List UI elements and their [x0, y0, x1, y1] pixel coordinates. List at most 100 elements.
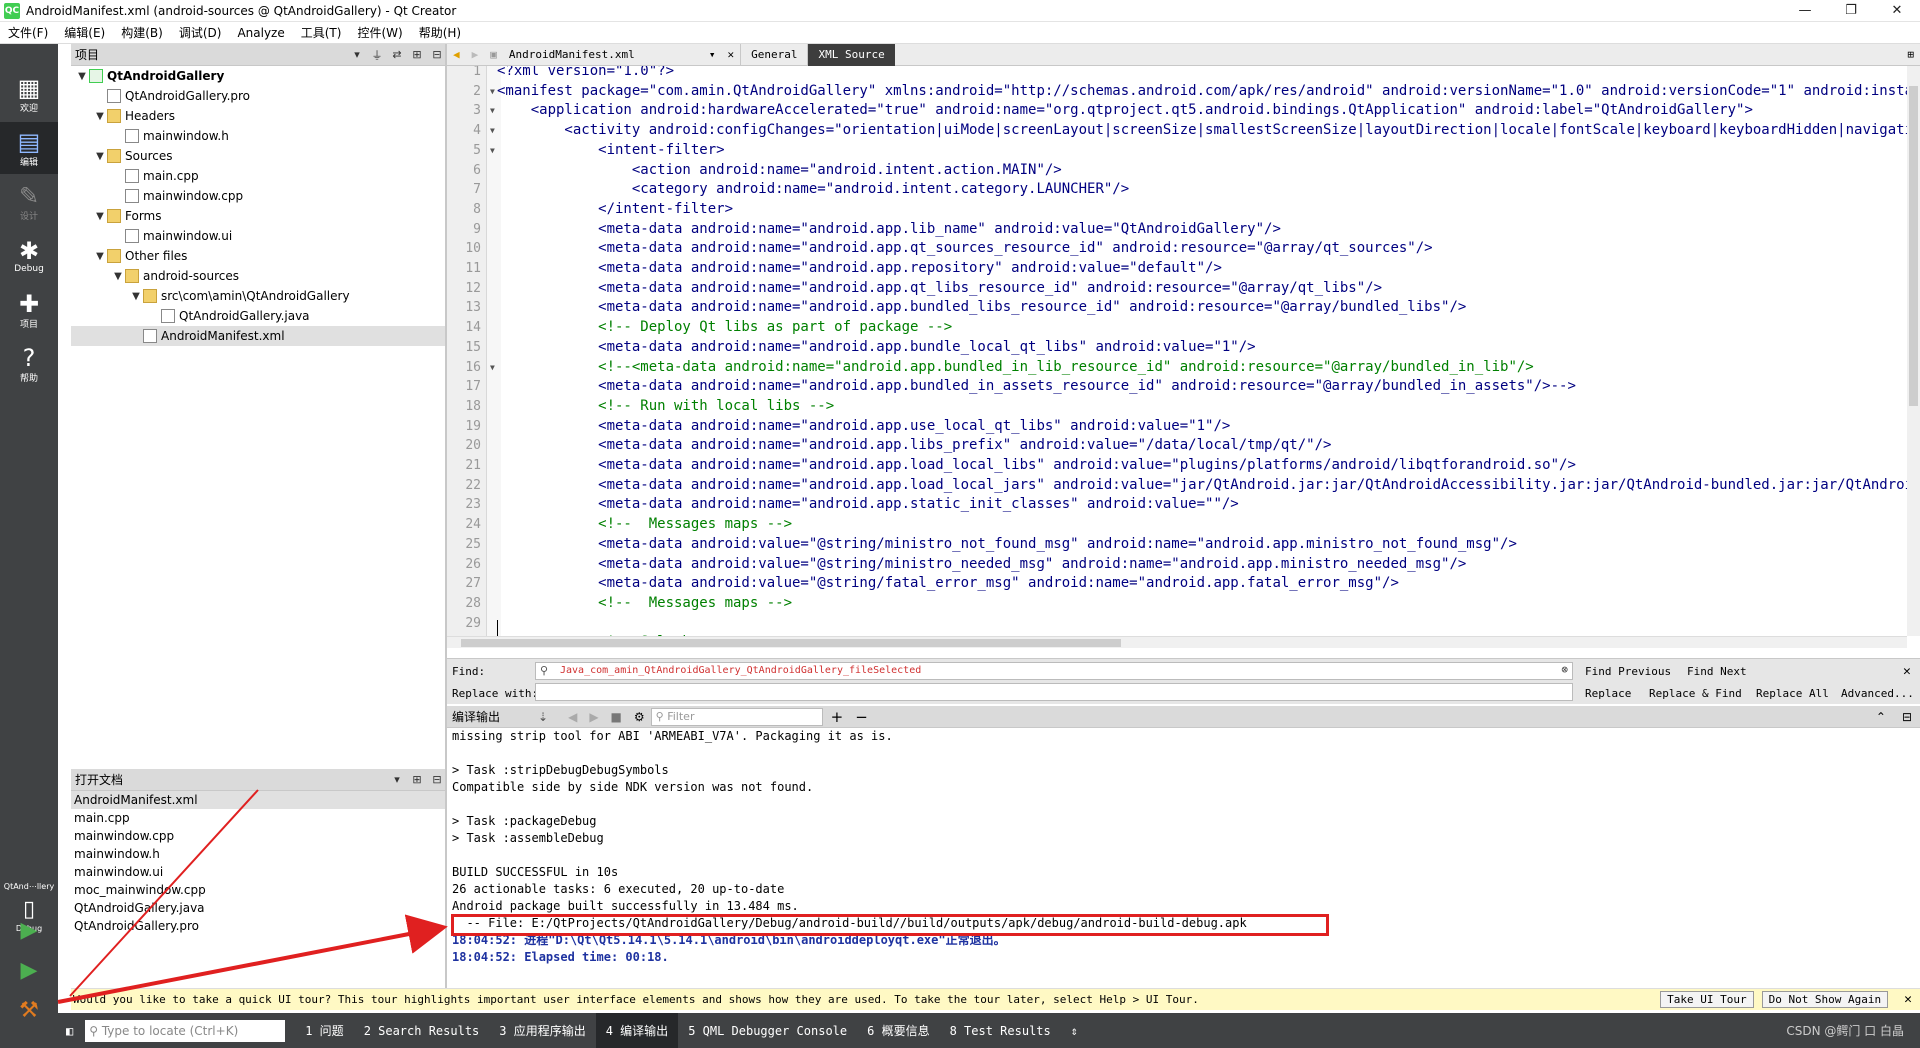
tree-item[interactable]: ▼ android-sources	[71, 266, 447, 286]
menu-help[interactable]: 帮助(H)	[411, 24, 469, 41]
open-document-item[interactable]: mainwindow.cpp	[71, 827, 447, 845]
output-filter-input[interactable]: ⚲ Filter	[650, 707, 823, 726]
toggle-sidebar-icon[interactable]: ◧	[58, 1024, 77, 1038]
expand-arrow-icon[interactable]: ▼	[93, 251, 107, 262]
replace-all-button[interactable]: Replace All	[1756, 687, 1829, 700]
run-icon[interactable]: ▶	[12, 914, 46, 946]
maximize-button[interactable]: ❐	[1828, 0, 1874, 22]
link-icon[interactable]: ⇄	[387, 48, 407, 61]
do-not-show-again-button[interactable]: Do Not Show Again	[1761, 991, 1889, 1008]
replace-input[interactable]	[535, 683, 1573, 701]
find-previous-button[interactable]: Find Previous	[1585, 665, 1671, 678]
menu-build[interactable]: 构建(B)	[113, 24, 171, 41]
pane-compile-output[interactable]: 4 编译输出	[595, 1013, 679, 1048]
open-document-item[interactable]: QtAndroidGallery.java	[71, 899, 447, 917]
dropdown-icon[interactable]: ▾	[347, 48, 367, 61]
expand-arrow-icon[interactable]: ▼	[75, 71, 89, 82]
tree-item[interactable]: mainwindow.h	[71, 126, 447, 146]
tree-item[interactable]: ▼ QtAndroidGallery	[71, 66, 447, 86]
mode-edit[interactable]: ▤ 编辑	[0, 122, 58, 174]
fold-marker-icon[interactable]: ▼	[490, 141, 495, 160]
clear-icon[interactable]: ⊗	[1561, 663, 1568, 676]
tab-general[interactable]: General	[740, 43, 807, 66]
expand-arrow-icon[interactable]: ▼	[93, 151, 107, 162]
editor-vertical-scrollbar[interactable]	[1907, 66, 1920, 636]
split-editor-icon[interactable]: ⊞	[1901, 48, 1920, 61]
mode-design[interactable]: ✎ 设计	[0, 176, 58, 228]
fold-marker-icon[interactable]: ▼	[490, 82, 495, 101]
document-selector[interactable]: AndroidManifest.xml	[503, 48, 703, 61]
tree-item[interactable]: ▼ Sources	[71, 146, 447, 166]
open-document-item[interactable]: moc_mainwindow.cpp	[71, 881, 447, 899]
back-arrow-icon[interactable]: ◀	[447, 48, 466, 61]
forward-arrow-icon[interactable]: ▶	[466, 48, 485, 61]
menu-window[interactable]: 控件(W)	[349, 24, 410, 41]
scroll-thumb[interactable]	[1909, 86, 1918, 406]
maximize-pane-icon[interactable]: ⌃	[1868, 710, 1894, 724]
mode-projects[interactable]: ✚ 项目	[0, 284, 58, 336]
mode-welcome[interactable]: ▦ 欢迎	[0, 68, 58, 120]
scroll-thumb[interactable]	[461, 639, 1121, 647]
tree-item[interactable]: ▼ src\com\amin\QtAndroidGallery	[71, 286, 447, 306]
expand-arrow-icon[interactable]: ▼	[111, 271, 125, 282]
code-editor[interactable]: 1 <?xml version="1.0"?> 2 ▼ <manifest packag…	[447, 66, 1907, 636]
tree-item[interactable]: ▼ Headers	[71, 106, 447, 126]
fold-marker-icon[interactable]: ▼	[490, 358, 495, 377]
tree-item[interactable]: AndroidManifest.xml	[71, 326, 447, 346]
tree-item[interactable]: QtAndroidGallery.java	[71, 306, 447, 326]
dropdown-icon[interactable]: ▾	[387, 773, 407, 786]
filter-icon[interactable]: ⏚	[367, 47, 387, 63]
close-document-icon[interactable]: ✕	[722, 48, 741, 61]
debug-run-icon[interactable]: ▶	[12, 954, 46, 986]
tree-item[interactable]: main.cpp	[71, 166, 447, 186]
build-hammer-icon[interactable]: ⚒	[12, 994, 46, 1026]
expand-arrow-icon[interactable]: ▼	[93, 211, 107, 222]
prev-icon[interactable]: ◀	[562, 710, 583, 724]
mode-debug[interactable]: ✱ Debug	[0, 230, 58, 282]
open-document-item[interactable]: QtAndroidGallery.pro	[71, 917, 447, 935]
replace-button[interactable]: Replace	[1585, 687, 1631, 700]
open-document-item[interactable]: mainwindow.ui	[71, 863, 447, 881]
pane-application-output[interactable]: 3 应用程序输出	[489, 1013, 595, 1048]
wrap-icon[interactable]: ⇣	[508, 710, 562, 724]
close-window-button[interactable]: ✕	[1874, 0, 1920, 22]
menu-edit[interactable]: 编辑(E)	[56, 24, 113, 41]
tab-xml-source[interactable]: XML Source	[807, 43, 895, 66]
tree-item[interactable]: mainwindow.cpp	[71, 186, 447, 206]
menu-tools[interactable]: 工具(T)	[293, 24, 350, 41]
editor-horizontal-scrollbar[interactable]	[447, 636, 1907, 648]
close-pane-icon[interactable]: ⊟	[427, 48, 447, 61]
fold-marker-icon[interactable]: ▼	[490, 101, 495, 120]
locator-input[interactable]: ⚲ Type to locate (Ctrl+K)	[85, 1019, 286, 1042]
advanced-button[interactable]: Advanced...	[1841, 687, 1914, 700]
tree-item[interactable]: QtAndroidGallery.pro	[71, 86, 447, 106]
zoom-in-icon[interactable]: +	[823, 708, 852, 726]
pane-general-messages[interactable]: 6 概要信息	[857, 1013, 939, 1048]
close-pane-icon[interactable]: ⊟	[427, 773, 447, 786]
split-icon[interactable]: ⊞	[407, 48, 427, 61]
find-input[interactable]: ⚲ Java_com_amin_QtAndroidGallery_QtAndro…	[535, 662, 1573, 680]
fold-marker-icon[interactable]: ▼	[490, 121, 495, 140]
open-document-item[interactable]: mainwindow.h	[71, 845, 447, 863]
pane-issues[interactable]: 1 问题	[295, 1013, 353, 1048]
close-find-icon[interactable]: ✕	[1903, 664, 1911, 679]
pane-test-results[interactable]: 8 Test Results	[940, 1013, 1061, 1048]
replace-and-find-button[interactable]: Replace & Find	[1649, 687, 1742, 700]
gear-icon[interactable]: ⚙	[628, 710, 651, 724]
expand-arrow-icon[interactable]: ▼	[93, 111, 107, 122]
split-icon[interactable]: ⊞	[407, 773, 427, 786]
open-document-item[interactable]: AndroidManifest.xml	[71, 791, 447, 809]
menu-file[interactable]: 文件(F)	[0, 24, 56, 41]
tree-item[interactable]: ▼ Other files	[71, 246, 447, 266]
tree-item[interactable]: mainwindow.ui	[71, 226, 447, 246]
menu-debug[interactable]: 调试(D)	[171, 24, 230, 41]
pane-search-results[interactable]: 2 Search Results	[354, 1013, 490, 1048]
next-icon[interactable]: ▶	[583, 710, 604, 724]
expand-arrow-icon[interactable]: ▼	[129, 291, 143, 302]
close-pane-icon[interactable]: ⊟	[1894, 710, 1920, 724]
chevron-down-icon[interactable]: ▾	[703, 48, 722, 61]
stop-icon[interactable]: ■	[605, 710, 628, 724]
open-document-item[interactable]: main.cpp	[71, 809, 447, 827]
close-infobar-icon[interactable]: ✕	[1896, 992, 1920, 1007]
more-panes-icon[interactable]: ⇕	[1061, 1013, 1088, 1048]
